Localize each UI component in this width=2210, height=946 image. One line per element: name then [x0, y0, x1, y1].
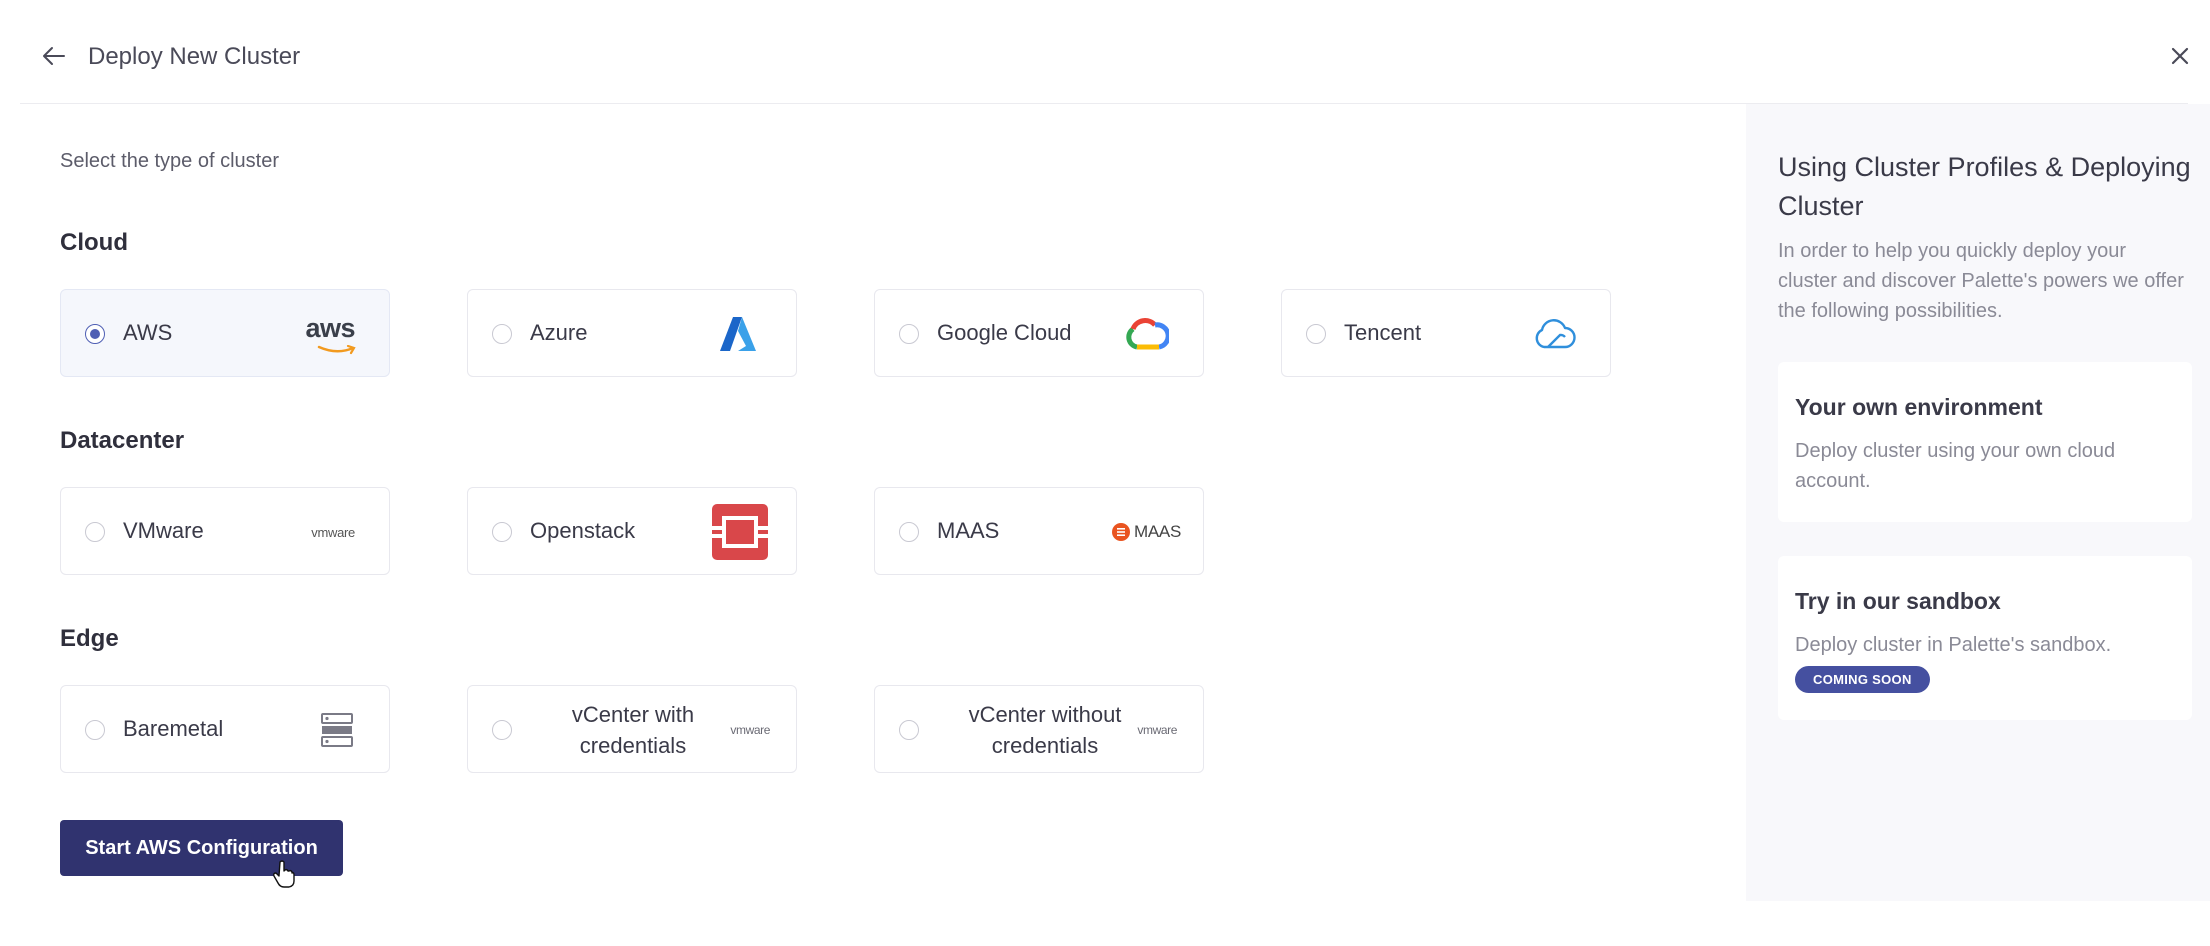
option-card-own-environment[interactable]: Your own environment Deploy cluster usin… [1778, 362, 2192, 522]
option-label: Google Cloud [937, 320, 1072, 345]
side-panel-description: In order to help you quickly deploy your… [1778, 240, 2184, 322]
radio-button[interactable] [492, 522, 512, 542]
vmware-wordmark: vmware [311, 524, 355, 540]
cluster-type-prompt: Select the type of cluster [60, 150, 280, 172]
radio-button[interactable] [85, 522, 105, 542]
cluster-option-aws[interactable]: AWS aws [60, 289, 390, 377]
aws-logo: aws [305, 312, 356, 355]
cluster-option-vmware[interactable]: VMware vmware [60, 487, 390, 575]
cluster-option-maas[interactable]: MAAS MAAS [874, 487, 1204, 575]
cluster-option-azure[interactable]: Azure [467, 289, 797, 377]
radio-button[interactable] [899, 720, 919, 740]
vmware-wordmark: vmware [1137, 723, 1177, 737]
cluster-option-baremetal[interactable]: Baremetal [60, 685, 390, 773]
cluster-option-openstack[interactable]: Openstack [467, 487, 797, 575]
close-icon[interactable] [2168, 44, 2192, 68]
azure-logo [720, 317, 756, 351]
hand-cursor-icon [273, 860, 295, 888]
option-label: MAAS [937, 518, 1000, 543]
help-side-panel: Using Cluster Profiles & Deploying Clust… [1746, 104, 2210, 901]
option-label: VMware [123, 518, 204, 543]
server-icon [321, 713, 353, 747]
section-title-datacenter: Datacenter [60, 427, 185, 454]
tencent-cloud-logo [1535, 319, 1576, 349]
option-card-title: Try in our sandbox [1795, 588, 2001, 614]
radio-button[interactable] [85, 720, 105, 740]
option-card-description: Deploy cluster using your own cloud acco… [1795, 440, 2116, 492]
openstack-logo [712, 504, 768, 560]
radio-button[interactable] [899, 324, 919, 344]
aws-wordmark: aws [305, 312, 355, 343]
radio-button[interactable] [492, 324, 512, 344]
option-label: vCenter without credentials [968, 702, 1122, 758]
option-label: Baremetal [123, 716, 224, 741]
cluster-option-vcenter-with-credentials[interactable]: vCenter with credentials vmware [467, 685, 797, 773]
section-title-edge: Edge [60, 625, 119, 652]
start-configuration-button[interactable]: Start AWS Configuration [60, 820, 343, 876]
vmware-logo: vmware [311, 512, 355, 552]
vmware-logo: vmware [1137, 710, 1177, 750]
option-label: Openstack [530, 518, 636, 543]
side-panel-title: Using Cluster Profiles & Deploying Clust… [1778, 152, 2191, 221]
radio-button[interactable] [85, 324, 105, 344]
option-label: Tencent [1344, 320, 1422, 345]
cluster-option-tencent[interactable]: Tencent [1281, 289, 1611, 377]
cluster-option-google-cloud[interactable]: Google Cloud [874, 289, 1204, 377]
header-bar: Deploy New Cluster [20, 0, 2189, 104]
vmware-logo: vmware [730, 710, 770, 750]
radio-button[interactable] [492, 720, 512, 740]
option-label: vCenter with credentials [571, 702, 695, 758]
option-card-description: Deploy cluster in Palette's sandbox. [1795, 634, 2112, 656]
aws-smile-icon [317, 345, 356, 355]
vmware-wordmark: vmware [730, 723, 770, 737]
maas-circle-icon [1112, 523, 1131, 541]
coming-soon-badge: COMING SOON [1795, 666, 1930, 693]
radio-button[interactable] [899, 522, 919, 542]
maas-wordmark: MAAS [1134, 522, 1181, 541]
radio-button[interactable] [1306, 324, 1326, 344]
page-title: Deploy New Cluster [88, 43, 301, 70]
option-card-title: Your own environment [1795, 394, 2043, 420]
cluster-option-vcenter-without-credentials[interactable]: vCenter without credentials vmware [874, 685, 1204, 773]
option-card-sandbox: Try in our sandbox Deploy cluster in Pal… [1778, 556, 2192, 720]
option-label: AWS [123, 320, 173, 345]
section-title-cloud: Cloud [60, 229, 128, 256]
maas-logo: MAAS [1112, 512, 1181, 552]
google-cloud-logo [1126, 318, 1169, 350]
option-label: Azure [530, 320, 588, 345]
back-arrow-icon[interactable] [40, 42, 68, 70]
